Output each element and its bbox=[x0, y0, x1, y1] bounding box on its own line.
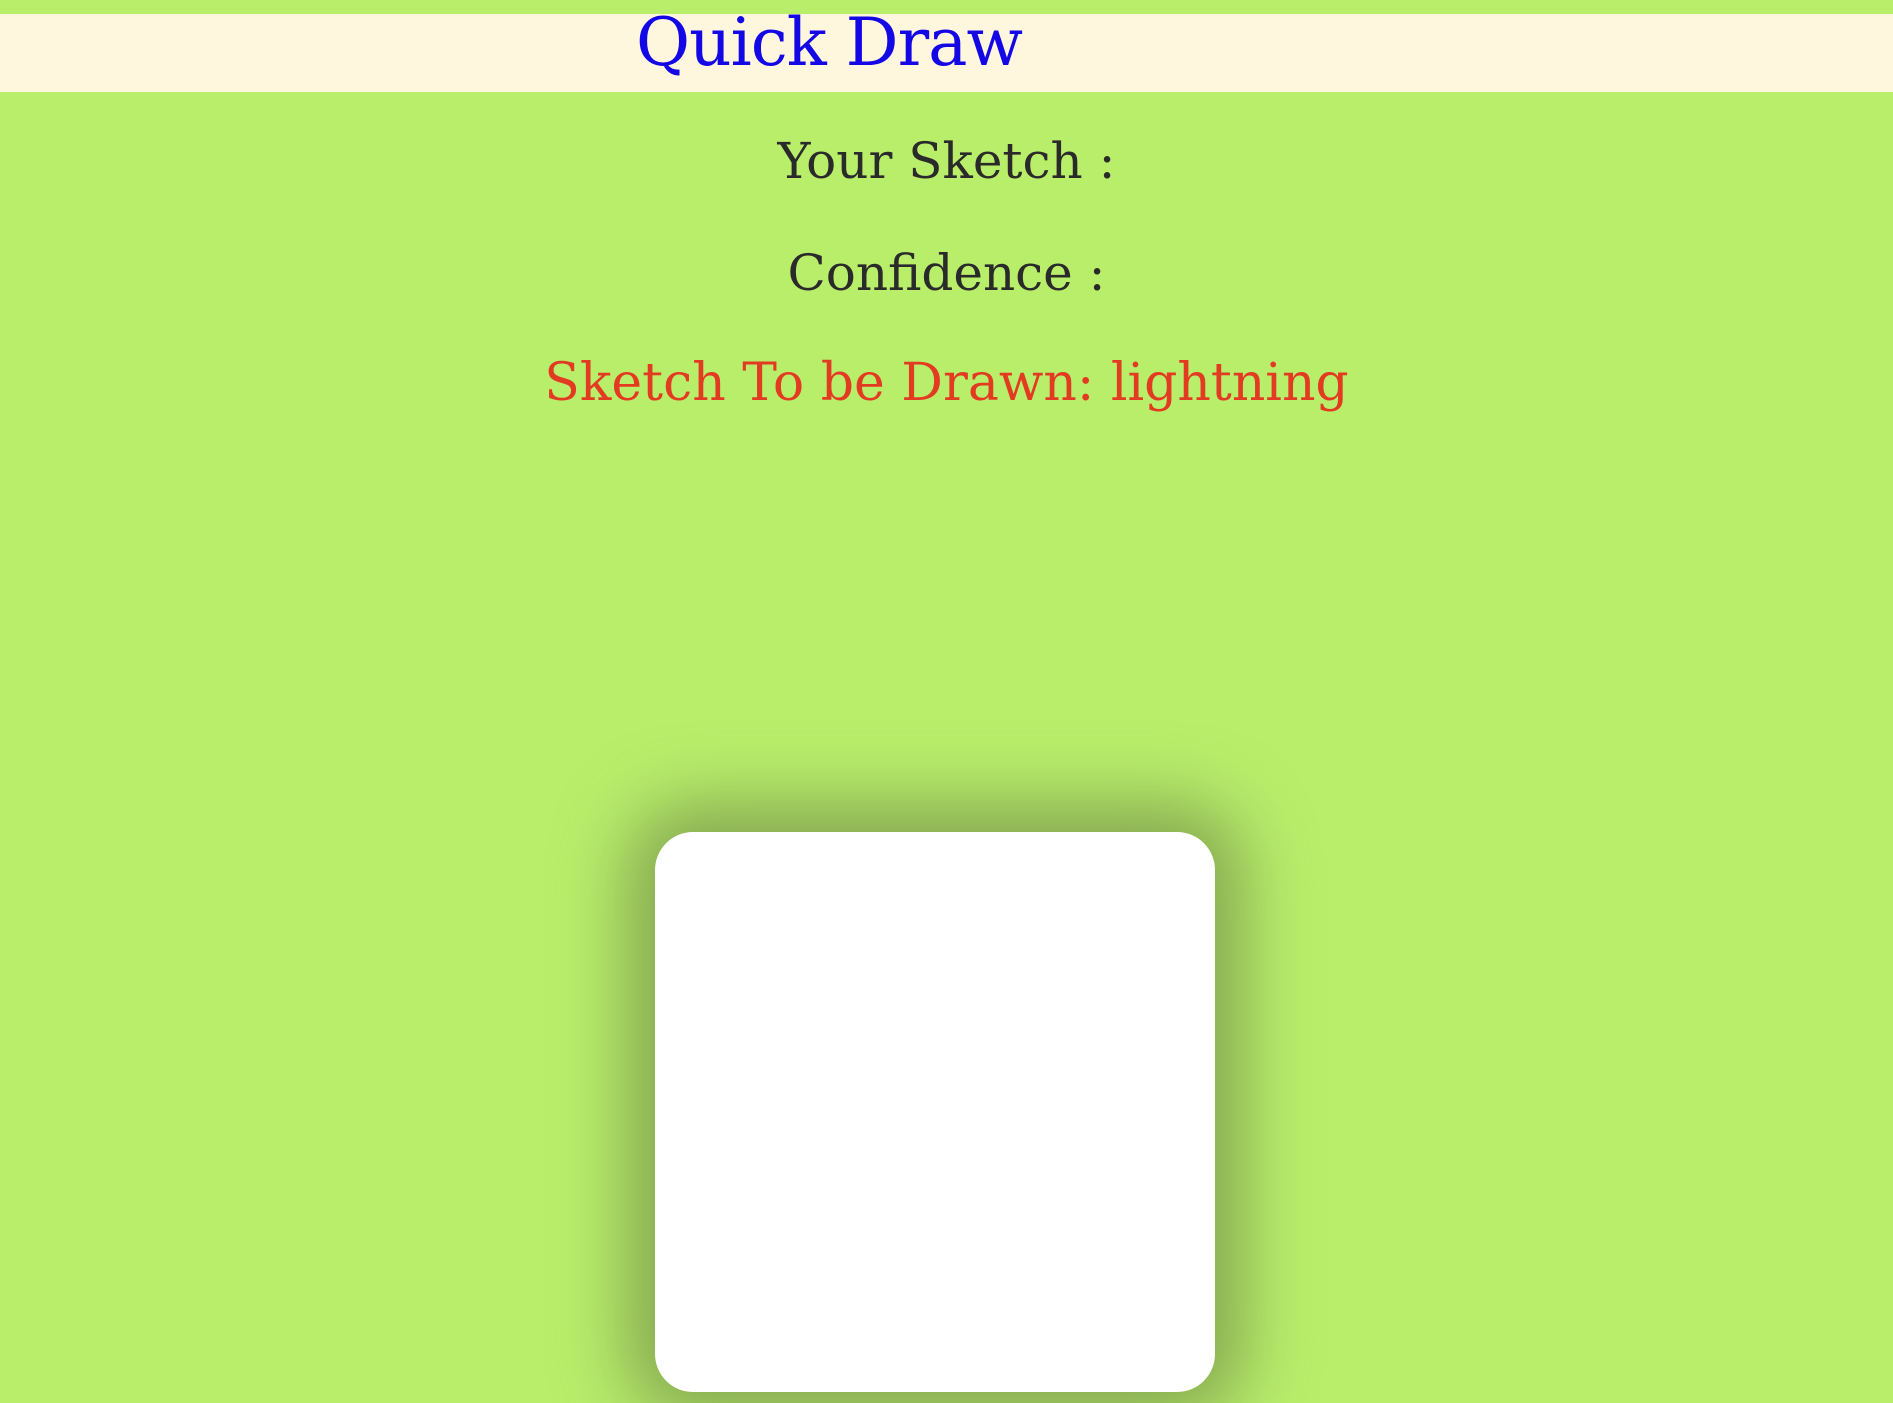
target-sketch-label: Sketch To be Drawn: lightning bbox=[544, 353, 1349, 413]
drawing-canvas[interactable] bbox=[655, 832, 1215, 1392]
confidence-label: Confidence : bbox=[787, 244, 1106, 302]
your-sketch-label: Your Sketch : bbox=[777, 132, 1116, 190]
app-title: Quick Draw bbox=[636, 4, 1023, 81]
drawing-canvas-container bbox=[655, 832, 1215, 1392]
